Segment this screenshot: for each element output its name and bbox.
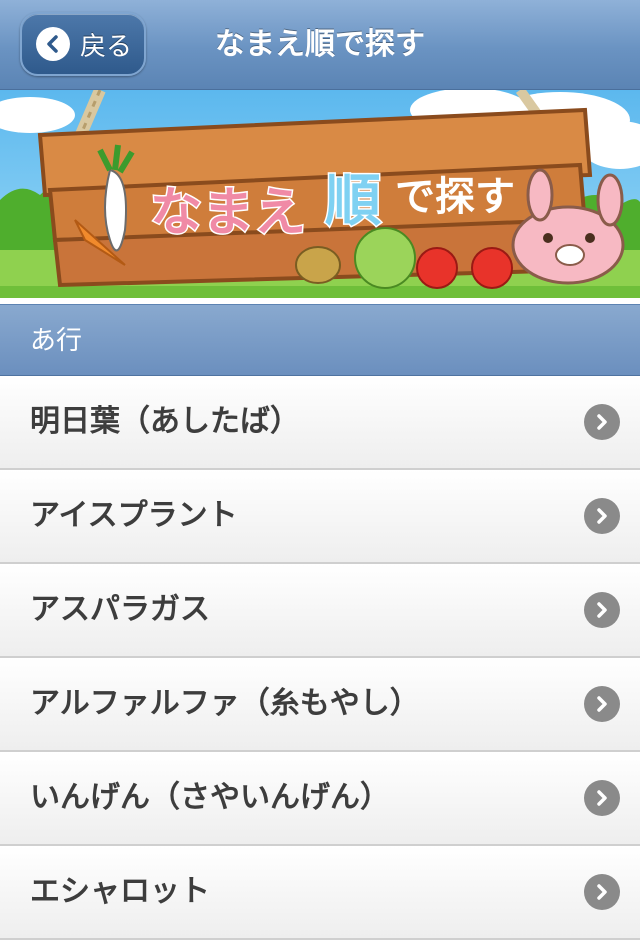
vegetable-list: 明日葉（あしたば） アイスプラント アスパラガス アルファルファ（糸もやし） い…: [0, 376, 640, 940]
back-button-label: 戻る: [80, 31, 133, 62]
chevron-right-icon: [584, 498, 620, 534]
chevron-right-icon: [584, 686, 620, 722]
chevron-right-icon: [584, 404, 620, 440]
list-item[interactable]: いんげん（さやいんげん）: [0, 752, 640, 846]
list-item-label: アスパラガス: [30, 592, 210, 627]
list-item-label: アルファルファ（糸もやし）: [30, 686, 420, 721]
list-item[interactable]: アルファルファ（糸もやし）: [0, 658, 640, 752]
banner-image: なまえ 順 で探す: [0, 90, 640, 298]
list-item-label: アイスプラント: [30, 498, 238, 533]
svg-text:で探す: で探す: [395, 174, 515, 220]
list-item[interactable]: 明日葉（あしたば）: [0, 376, 640, 470]
navigation-bar: 戻る なまえ順で探す: [0, 0, 640, 90]
list-item-label: 明日葉（あしたば）: [30, 404, 300, 439]
page-title: なまえ順で探す: [215, 27, 425, 62]
chevron-right-icon: [584, 874, 620, 910]
list-item-label: いんげん（さやいんげん）: [30, 780, 390, 815]
list-item[interactable]: アイスプラント: [0, 470, 640, 564]
list-item[interactable]: アスパラガス: [0, 564, 640, 658]
svg-text:順: 順: [325, 169, 381, 234]
list-item[interactable]: エシャロット: [0, 846, 640, 940]
chevron-left-icon: [36, 27, 70, 61]
list-item-label: エシャロット: [30, 874, 210, 909]
chevron-right-icon: [584, 780, 620, 816]
back-button[interactable]: 戻る: [20, 12, 146, 76]
banner-sign-text: なまえ: [150, 183, 306, 243]
chevron-right-icon: [584, 592, 620, 628]
section-header: あ行: [0, 304, 640, 376]
